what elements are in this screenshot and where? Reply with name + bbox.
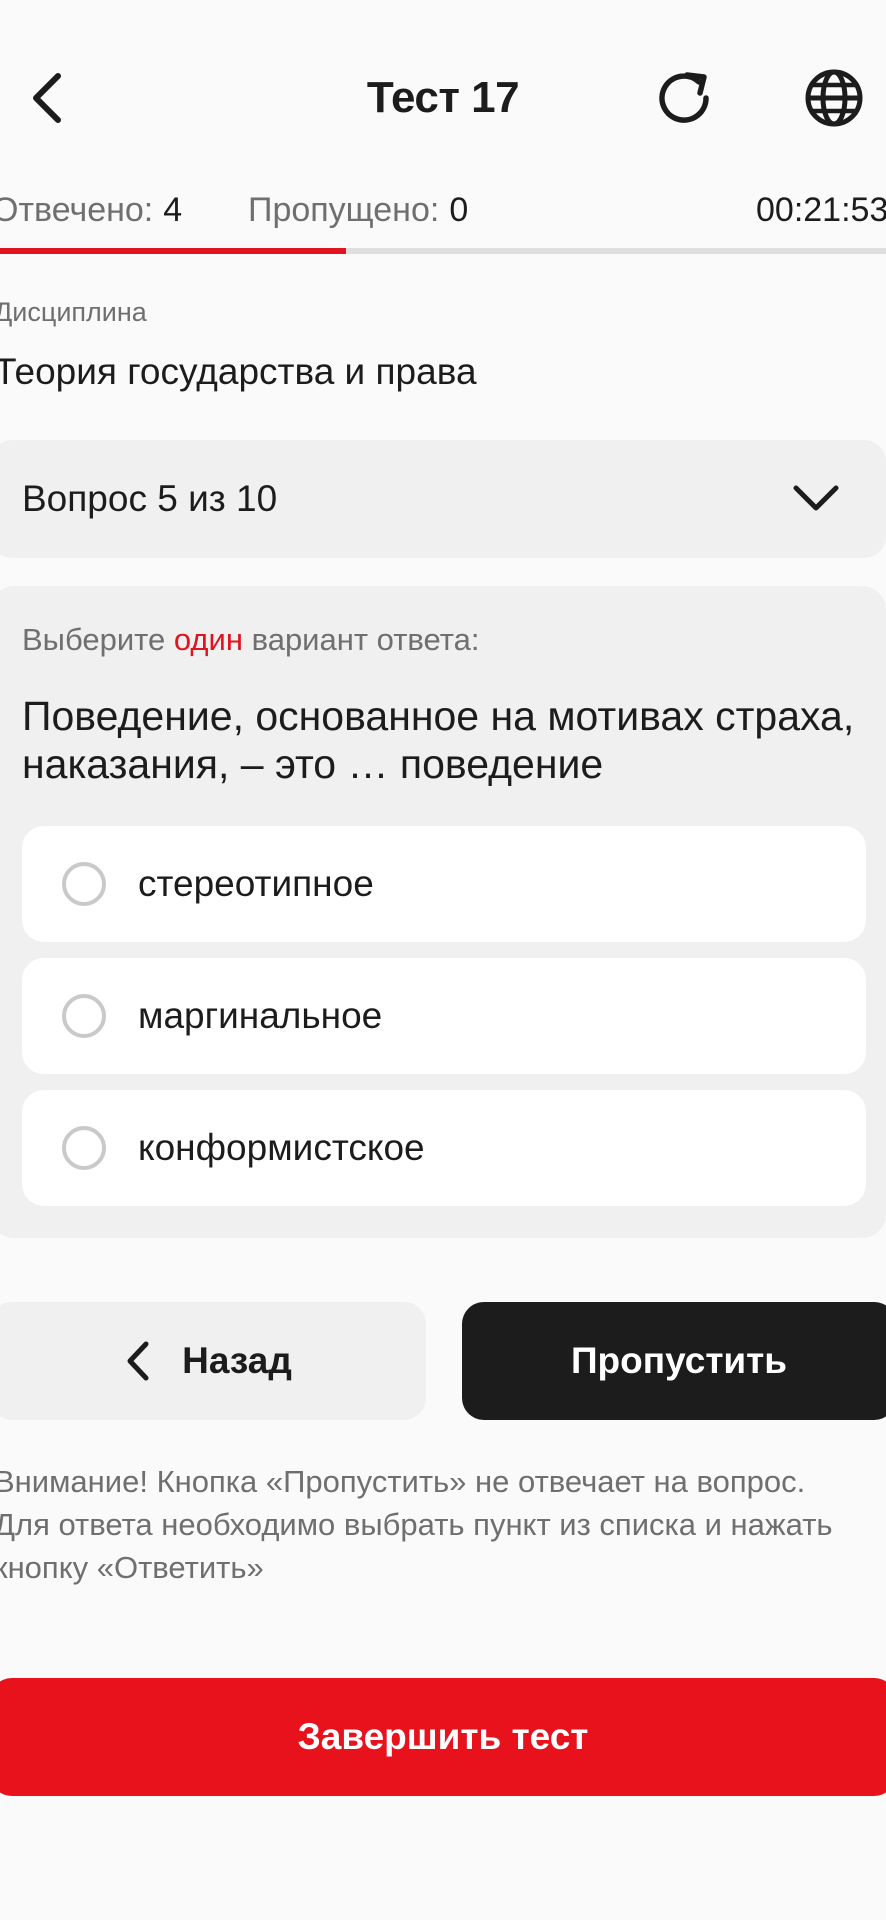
page-title: Тест 17 bbox=[366, 73, 520, 122]
answer-option[interactable]: конформистское bbox=[22, 1090, 866, 1206]
option-label: конформистское bbox=[138, 1127, 425, 1168]
instruction-accent: один bbox=[173, 622, 243, 657]
question-card: Выберите один вариант ответа: Поведение,… bbox=[0, 586, 886, 1238]
skipped-count: 0 bbox=[449, 191, 469, 229]
radio-button[interactable] bbox=[62, 994, 106, 1038]
progress-bar bbox=[0, 248, 886, 254]
language-button[interactable] bbox=[798, 62, 870, 134]
finish-test-button[interactable]: Завершить тест bbox=[0, 1678, 886, 1796]
timer: 00:21:53 bbox=[756, 191, 886, 229]
discipline-value: Теория государства и права bbox=[0, 351, 477, 392]
answer-option[interactable]: маргинальное bbox=[22, 958, 866, 1074]
option-label: маргинальное bbox=[138, 995, 383, 1036]
answered-count: 4 bbox=[163, 191, 183, 229]
discipline-label: Дисциплина bbox=[0, 297, 147, 327]
radio-button[interactable] bbox=[62, 1126, 106, 1170]
radio-button[interactable] bbox=[62, 862, 106, 906]
instruction-prefix: Выберите bbox=[22, 622, 174, 657]
refresh-icon bbox=[659, 72, 709, 123]
chevron-down-icon bbox=[793, 485, 839, 511]
back-question-button[interactable]: Назад bbox=[0, 1302, 426, 1420]
answered-label: Отвечено: bbox=[0, 191, 154, 229]
back-question-label: Назад bbox=[182, 1340, 292, 1381]
answer-option[interactable]: стереотипное bbox=[22, 826, 866, 942]
globe-icon bbox=[805, 69, 863, 127]
instruction-suffix: вариант ответа: bbox=[242, 622, 480, 657]
answer-instruction: Выберите один вариант ответа: bbox=[22, 620, 479, 660]
skipped-label: Пропущено: bbox=[248, 191, 440, 229]
question-number: Вопрос 5 из 10 bbox=[22, 478, 278, 519]
question-text: Поведение, основанное на мотивах страха,… bbox=[22, 693, 855, 787]
chevron-left-icon bbox=[127, 1341, 149, 1381]
refresh-button[interactable] bbox=[650, 62, 722, 134]
skip-warning-note: Внимание! Кнопка «Пропустить» не отвечае… bbox=[0, 1464, 833, 1585]
option-label: стереотипное bbox=[138, 863, 374, 904]
skip-button[interactable]: Пропустить bbox=[462, 1302, 886, 1420]
question-selector[interactable]: Вопрос 5 из 10 bbox=[0, 440, 886, 558]
progress-fill bbox=[0, 248, 346, 254]
